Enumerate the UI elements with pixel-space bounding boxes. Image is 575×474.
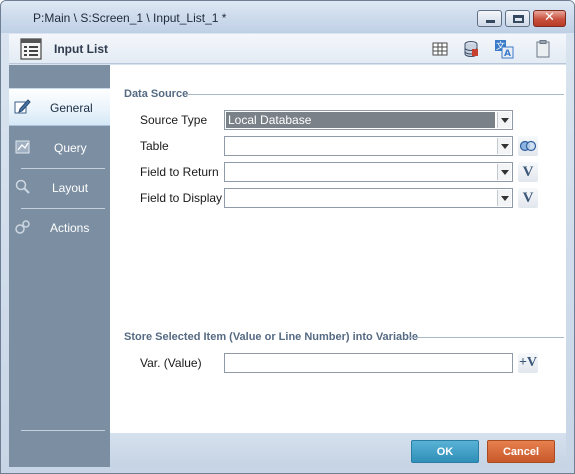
table-select[interactable] (224, 136, 513, 156)
variable-icon: V (522, 190, 534, 206)
minimize-icon (486, 20, 495, 23)
svg-text:A: A (504, 49, 511, 59)
sidebar-item-query[interactable]: Query (9, 129, 110, 167)
database-icon[interactable] (461, 39, 481, 59)
chevron-down-icon[interactable] (497, 138, 511, 154)
field-to-return-variable-button[interactable]: V (518, 162, 538, 182)
source-type-value: Local Database (226, 112, 495, 128)
source-type-label: Source Type (140, 113, 208, 127)
sidebar-item-label: Query (54, 141, 87, 155)
data-source-heading: Data Source (124, 88, 189, 100)
close-button[interactable]: ✕ (533, 10, 566, 27)
input-list-icon (20, 38, 42, 60)
variable-icon: V (522, 164, 534, 180)
sidebar-item-label: Actions (50, 221, 90, 235)
var-value-label: Var. (Value) (140, 356, 202, 370)
field-to-display-value (226, 190, 495, 206)
table-label: Table (140, 139, 169, 153)
title-bar[interactable]: P:Main \ S:Screen_1 \ Input_List_1 * ✕ (1, 1, 574, 33)
var-value-input[interactable] (224, 353, 513, 373)
maximize-button[interactable] (505, 10, 530, 27)
chevron-down-icon[interactable] (497, 190, 511, 206)
table-value (226, 138, 495, 154)
sidebar-item-actions[interactable]: Actions (9, 209, 110, 247)
edit-icon (14, 99, 31, 114)
field-to-return-select[interactable] (224, 162, 513, 182)
field-to-return-value (226, 164, 495, 180)
close-icon: ✕ (544, 10, 555, 25)
general-panel: Data Source Source Type Local Database T… (110, 65, 566, 433)
dialog-heading: Input List (54, 42, 108, 56)
add-variable-icon: +V (518, 355, 538, 370)
source-type-select[interactable]: Local Database (224, 110, 513, 130)
sidebar-item-label: General (50, 101, 93, 115)
maximize-icon (513, 15, 524, 23)
query-icon (15, 140, 30, 154)
section-divider (408, 337, 564, 338)
actions-icon (15, 220, 30, 234)
dialog-header: Input List 文 A (9, 34, 566, 64)
sidebar-item-label: Layout (52, 181, 89, 195)
layout-icon (15, 179, 30, 194)
translate-icon[interactable]: 文 A (494, 39, 514, 59)
minimize-button[interactable] (477, 10, 502, 27)
sidebar-divider (21, 430, 105, 431)
window-title: P:Main \ S:Screen_1 \ Input_List_1 * (33, 11, 227, 25)
field-to-display-variable-button[interactable]: V (518, 188, 538, 208)
section-divider (188, 94, 564, 95)
sidebar-item-layout[interactable]: Layout (9, 169, 110, 207)
add-variable-button[interactable]: +V (518, 353, 538, 373)
table-grid-icon[interactable] (430, 39, 450, 59)
sidebar-nav: General Query Layout Actions (9, 65, 110, 467)
chevron-down-icon[interactable] (497, 164, 511, 180)
field-to-return-label: Field to Return (140, 165, 219, 179)
ok-button[interactable]: OK (411, 440, 479, 463)
clipboard-icon[interactable] (533, 39, 553, 59)
chevron-down-icon[interactable] (497, 112, 511, 128)
field-to-display-select[interactable] (224, 188, 513, 208)
field-to-display-label: Field to Display (140, 191, 223, 205)
sidebar-item-general[interactable]: General (9, 88, 110, 126)
store-variable-heading: Store Selected Item (Value or Line Numbe… (124, 331, 419, 343)
link-tables-icon (519, 140, 537, 152)
window-controls: ✕ (477, 10, 566, 27)
table-link-button[interactable] (518, 136, 538, 156)
cancel-button[interactable]: Cancel (487, 440, 555, 463)
input-list-dialog: P:Main \ S:Screen_1 \ Input_List_1 * ✕ I… (0, 0, 575, 474)
